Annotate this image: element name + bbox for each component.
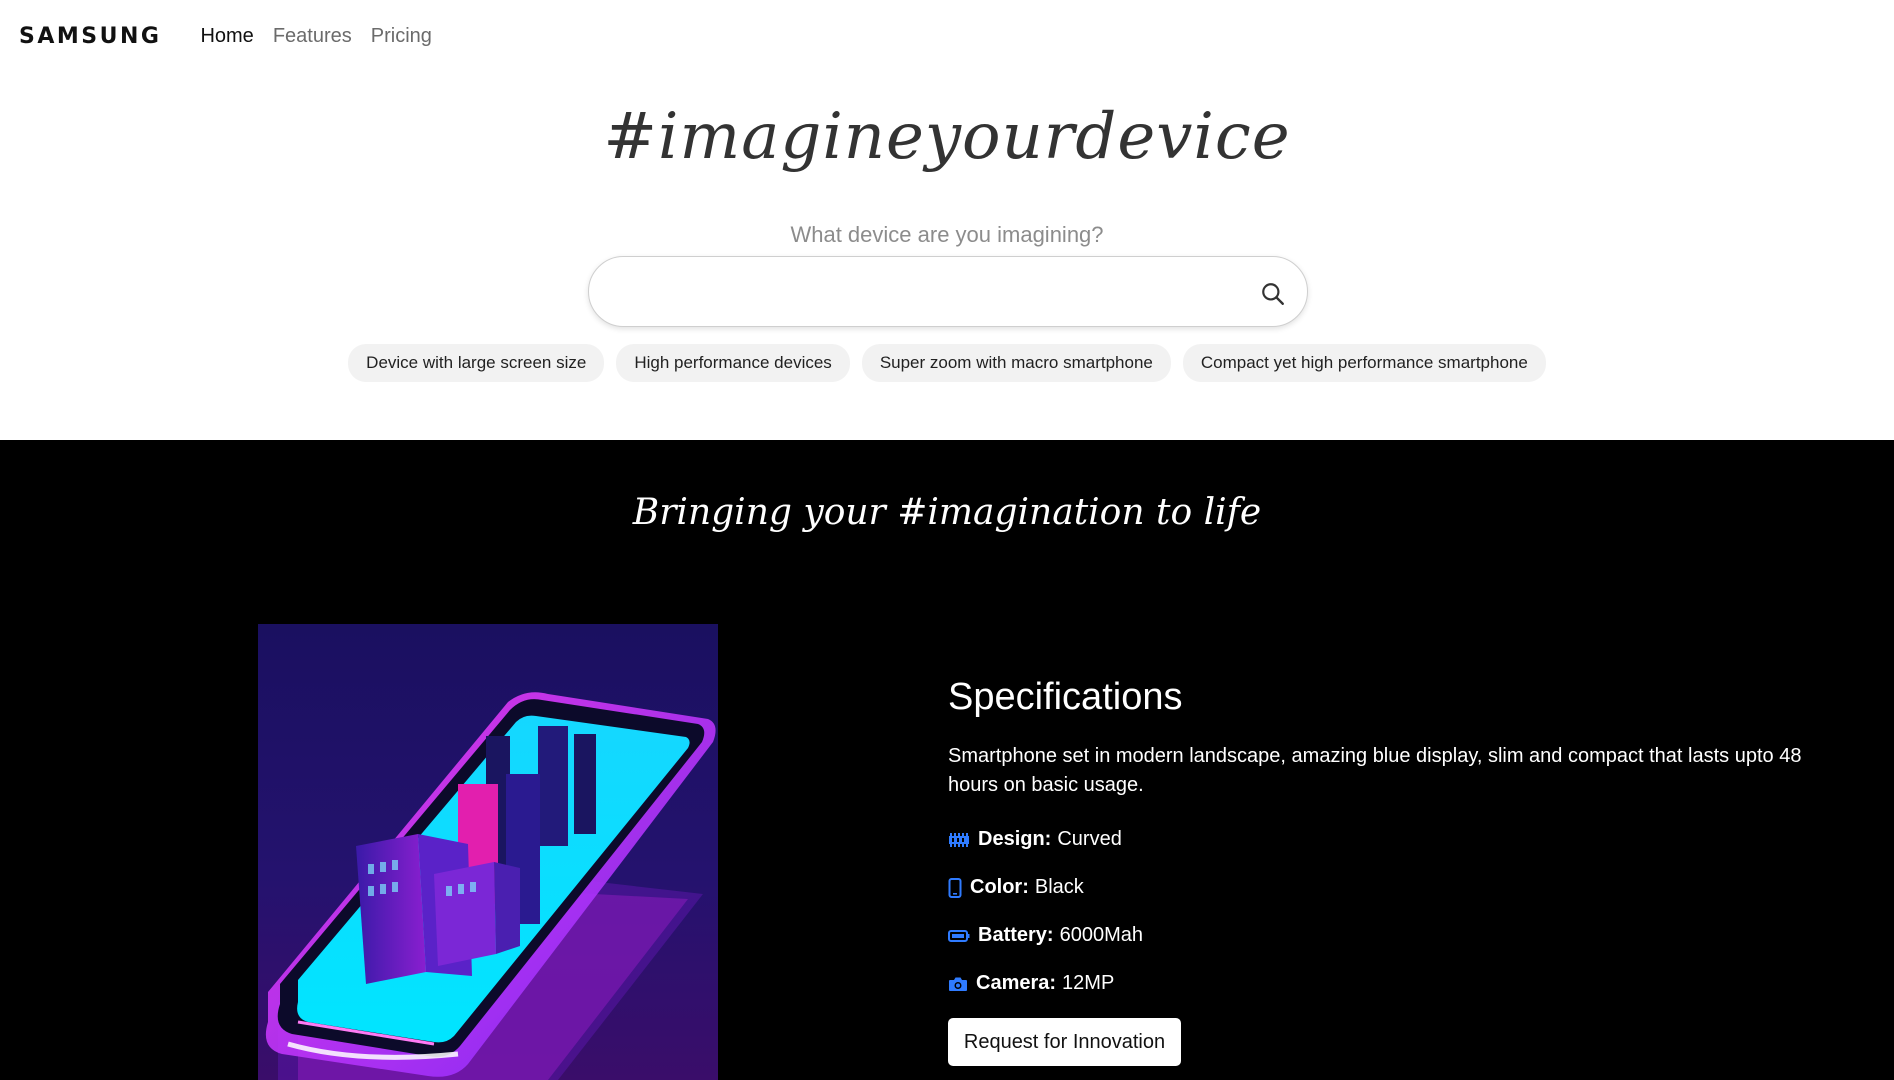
spec-camera-label: Camera:: [976, 972, 1057, 994]
spec-design: Design: Curved: [948, 828, 1122, 851]
search-box: [588, 256, 1308, 327]
showcase-section: Bringing your #imagination to life Speci…: [0, 440, 1894, 1080]
memory-icon: [949, 832, 969, 847]
spec-design-value: Curved: [1057, 828, 1122, 850]
spec-color: Color: Black: [948, 876, 1084, 899]
specifications-description: Smartphone set in modern landscape, amaz…: [948, 745, 1802, 796]
spec-camera: Camera: 12MP: [948, 972, 1114, 995]
suggestion-chip-compact[interactable]: Compact yet high performance smartphone: [1182, 344, 1546, 382]
search-icon[interactable]: [1260, 281, 1286, 307]
spec-color-label: Color:: [970, 876, 1029, 898]
nav-home-link[interactable]: Home: [200, 25, 253, 48]
spec-battery-value: 6000Mah: [1059, 924, 1143, 946]
top-nav: SAMSUNG Home Features Pricing: [0, 0, 1894, 72]
suggestion-chip-super-zoom[interactable]: Super zoom with macro smartphone: [861, 344, 1171, 382]
nav-features-link[interactable]: Features: [273, 25, 352, 48]
product-image: [258, 624, 718, 1080]
samsung-logo[interactable]: SAMSUNG: [19, 24, 161, 49]
nav-pricing-link[interactable]: Pricing: [371, 25, 432, 48]
hero-title: #imagineyourdevice: [603, 100, 1291, 174]
spec-battery-label: Battery:: [978, 924, 1054, 946]
search-prompt: What device are you imagining?: [790, 222, 1104, 247]
showcase-title: Bringing your #imagination to life: [632, 492, 1262, 533]
spec-battery: Battery: 6000Mah: [948, 924, 1143, 947]
request-innovation-button[interactable]: Request for Innovation: [948, 1018, 1181, 1066]
phone-icon: [948, 877, 962, 898]
spec-color-value: Black: [1034, 876, 1084, 898]
camera-icon: [949, 977, 967, 991]
specifications-title: Specifications: [948, 676, 1183, 718]
suggestion-chip-large-screen[interactable]: Device with large screen size: [348, 344, 605, 382]
suggestion-chip-high-performance[interactable]: High performance devices: [616, 344, 850, 382]
search-input[interactable]: [613, 269, 1213, 315]
battery-icon: [948, 929, 970, 942]
spec-camera-value: 12MP: [1062, 972, 1115, 994]
spec-design-label: Design:: [978, 828, 1052, 850]
suggestion-chips: Device with large screen size High perfo…: [0, 344, 1894, 382]
